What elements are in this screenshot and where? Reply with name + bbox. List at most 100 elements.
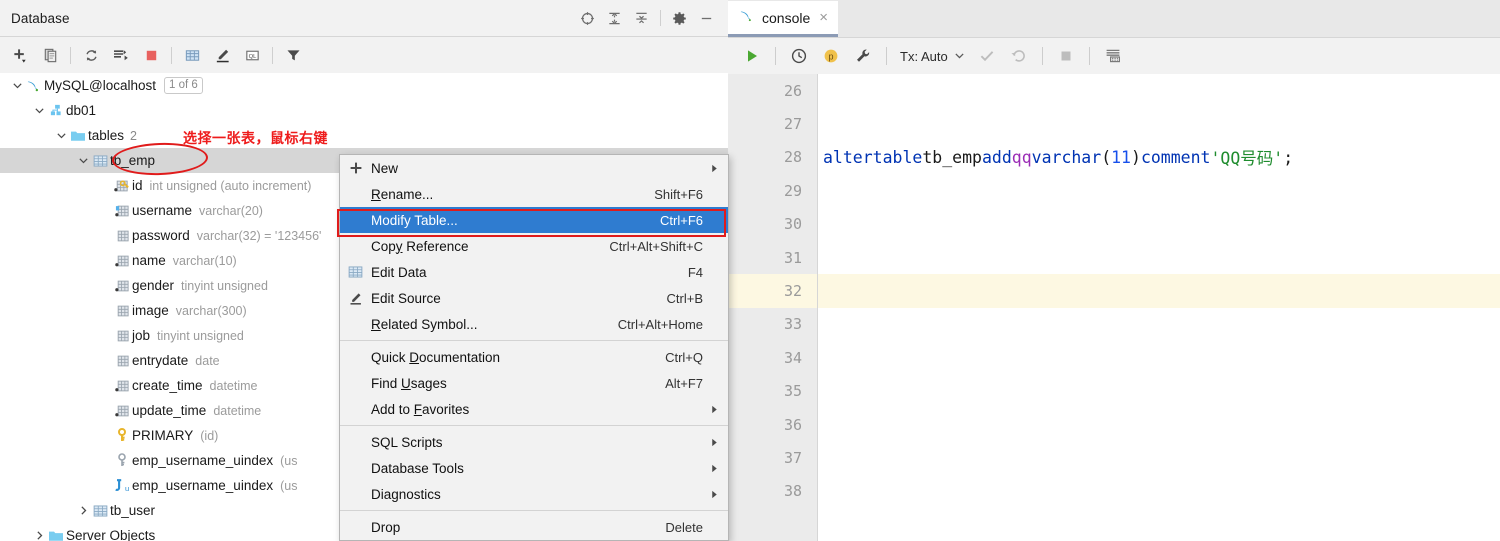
menu-item-edit-source[interactable]: Edit SourceCtrl+B	[340, 285, 728, 311]
chevron-right-icon[interactable]	[32, 523, 46, 541]
menu-item-shortcut: Ctrl+F6	[660, 213, 703, 228]
code-line[interactable]	[818, 375, 1500, 408]
stop-icon[interactable]	[136, 40, 166, 70]
commit-check-icon[interactable]	[971, 41, 1003, 71]
code-line[interactable]	[818, 107, 1500, 140]
menu-item-shortcut: Ctrl+Q	[665, 350, 703, 365]
code-token: 'QQ号码'	[1210, 145, 1283, 169]
console-editor-panel: console × p Tx: Auto	[728, 0, 1500, 541]
table-icon[interactable]	[177, 40, 207, 70]
tree-item-tables[interactable]: tables2	[0, 123, 728, 148]
menu-item-shortcut: Alt+F7	[665, 376, 703, 391]
menu-item-edit-data[interactable]: Edit DataF4	[340, 259, 728, 285]
code-line[interactable]	[818, 441, 1500, 474]
menu-item-no-icon	[340, 396, 371, 422]
collapse-all-icon[interactable]	[628, 5, 655, 32]
rollback-icon[interactable]	[1003, 41, 1035, 71]
menu-item-sql-scripts[interactable]: SQL Scripts	[340, 429, 728, 455]
menu-item-related-symbol[interactable]: Related Symbol...Ctrl+Alt+Home	[340, 311, 728, 337]
code-line[interactable]	[818, 274, 1500, 307]
header-divider	[660, 10, 661, 26]
sync-data-icon[interactable]	[106, 40, 136, 70]
menu-item-find-usages[interactable]: Find UsagesAlt+F7	[340, 370, 728, 396]
chevron-right-icon[interactable]	[76, 498, 90, 523]
refresh-icon[interactable]	[76, 40, 106, 70]
tree-item-label: Server Objects	[66, 528, 155, 541]
context-menu[interactable]: New Rename...Shift+F6Modify Table...Ctrl+…	[339, 154, 729, 541]
chevron-down-icon[interactable]	[10, 73, 24, 98]
tree-item-type: tinyint unsigned	[181, 279, 268, 293]
menu-item-no-icon	[340, 233, 371, 259]
tree-no-chevron	[98, 448, 112, 473]
menu-item-modify-table[interactable]: Modify Table...Ctrl+F6	[340, 207, 728, 233]
tree-item-label: username	[132, 203, 192, 218]
schema-icon	[46, 98, 66, 123]
menu-item-database-tools[interactable]: Database Tools	[340, 455, 728, 481]
menu-item-no-icon	[340, 344, 371, 370]
menu-item-new[interactable]: New	[340, 155, 728, 181]
tree-no-chevron	[98, 273, 112, 298]
code-line[interactable]	[818, 208, 1500, 241]
console-toolbar-divider-3	[1042, 47, 1043, 65]
query-console-icon[interactable]: QL	[237, 40, 267, 70]
menu-item-add-to-favorites[interactable]: Add to Favorites	[340, 396, 728, 422]
expand-all-icon[interactable]	[601, 5, 628, 32]
code-line[interactable]	[818, 408, 1500, 441]
menu-item-diagnostics[interactable]: Diagnostics	[340, 481, 728, 507]
tree-item-db01[interactable]: db01	[0, 98, 728, 123]
gear-icon[interactable]	[666, 5, 693, 32]
code-token: table	[873, 148, 923, 167]
minimize-icon[interactable]	[693, 5, 720, 32]
close-icon[interactable]: ×	[817, 10, 828, 25]
schema-p-icon[interactable]: p	[815, 41, 847, 71]
menu-item-no-icon	[340, 514, 371, 540]
column-notnull-icon	[112, 273, 132, 298]
history-clock-icon[interactable]	[783, 41, 815, 71]
tree-item-mysql-localhost[interactable]: MySQL@localhost1 of 6	[0, 73, 728, 98]
line-number: 33	[728, 308, 817, 341]
tree-no-chevron	[98, 248, 112, 273]
wrench-icon[interactable]	[847, 41, 879, 71]
menu-item-quick-documentation[interactable]: Quick DocumentationCtrl+Q	[340, 344, 728, 370]
menu-item-no-icon	[340, 481, 371, 507]
code-line[interactable]	[818, 74, 1500, 107]
menu-item-drop[interactable]: DropDelete	[340, 514, 728, 540]
tree-item-type: varchar(300)	[176, 304, 247, 318]
code-line[interactable]	[818, 341, 1500, 374]
edit-pencil-icon[interactable]	[207, 40, 237, 70]
tree-indent	[0, 148, 76, 173]
menu-item-shortcut: Ctrl+Alt+Shift+C	[609, 239, 703, 254]
chevron-down-icon	[954, 49, 965, 64]
code-line[interactable]	[818, 308, 1500, 341]
code-line[interactable]	[818, 241, 1500, 274]
tree-indent	[0, 173, 98, 198]
tree-indent	[0, 448, 98, 473]
code-line[interactable]	[818, 174, 1500, 207]
add-new-icon[interactable]	[5, 40, 35, 70]
chevron-down-icon[interactable]	[32, 98, 46, 123]
tree-item-type: tinyint unsigned	[157, 329, 244, 343]
menu-item-label: New	[371, 161, 689, 176]
code-line[interactable]	[818, 475, 1500, 508]
tab-console[interactable]: console ×	[728, 1, 838, 37]
edit-pencil-icon	[340, 285, 371, 311]
tx-mode-dropdown[interactable]: Tx: Auto	[894, 43, 971, 69]
menu-item-label: SQL Scripts	[371, 435, 689, 450]
chevron-down-icon[interactable]	[54, 123, 68, 148]
menu-item-label: Drop	[371, 520, 651, 535]
tree-indent	[0, 348, 98, 373]
console-toolbar-divider-2	[886, 47, 887, 65]
copy-icon[interactable]	[35, 40, 65, 70]
folder-icon	[68, 123, 88, 148]
filter-icon[interactable]	[278, 40, 308, 70]
menu-item-copy-reference[interactable]: Copy ReferenceCtrl+Alt+Shift+C	[340, 233, 728, 259]
output-panel-icon[interactable]	[1097, 41, 1129, 71]
stop-icon[interactable]	[1050, 41, 1082, 71]
locate-icon[interactable]	[574, 5, 601, 32]
sql-editor[interactable]: 26272829303132333435363738 alter table t…	[728, 74, 1500, 541]
chevron-down-icon[interactable]	[76, 148, 90, 173]
code-area[interactable]: alter table tb_emp add qq varchar(11) co…	[818, 74, 1500, 541]
execute-icon[interactable]	[736, 41, 768, 71]
menu-item-rename[interactable]: Rename...Shift+F6	[340, 181, 728, 207]
code-line[interactable]: alter table tb_emp add qq varchar(11) co…	[818, 141, 1500, 174]
